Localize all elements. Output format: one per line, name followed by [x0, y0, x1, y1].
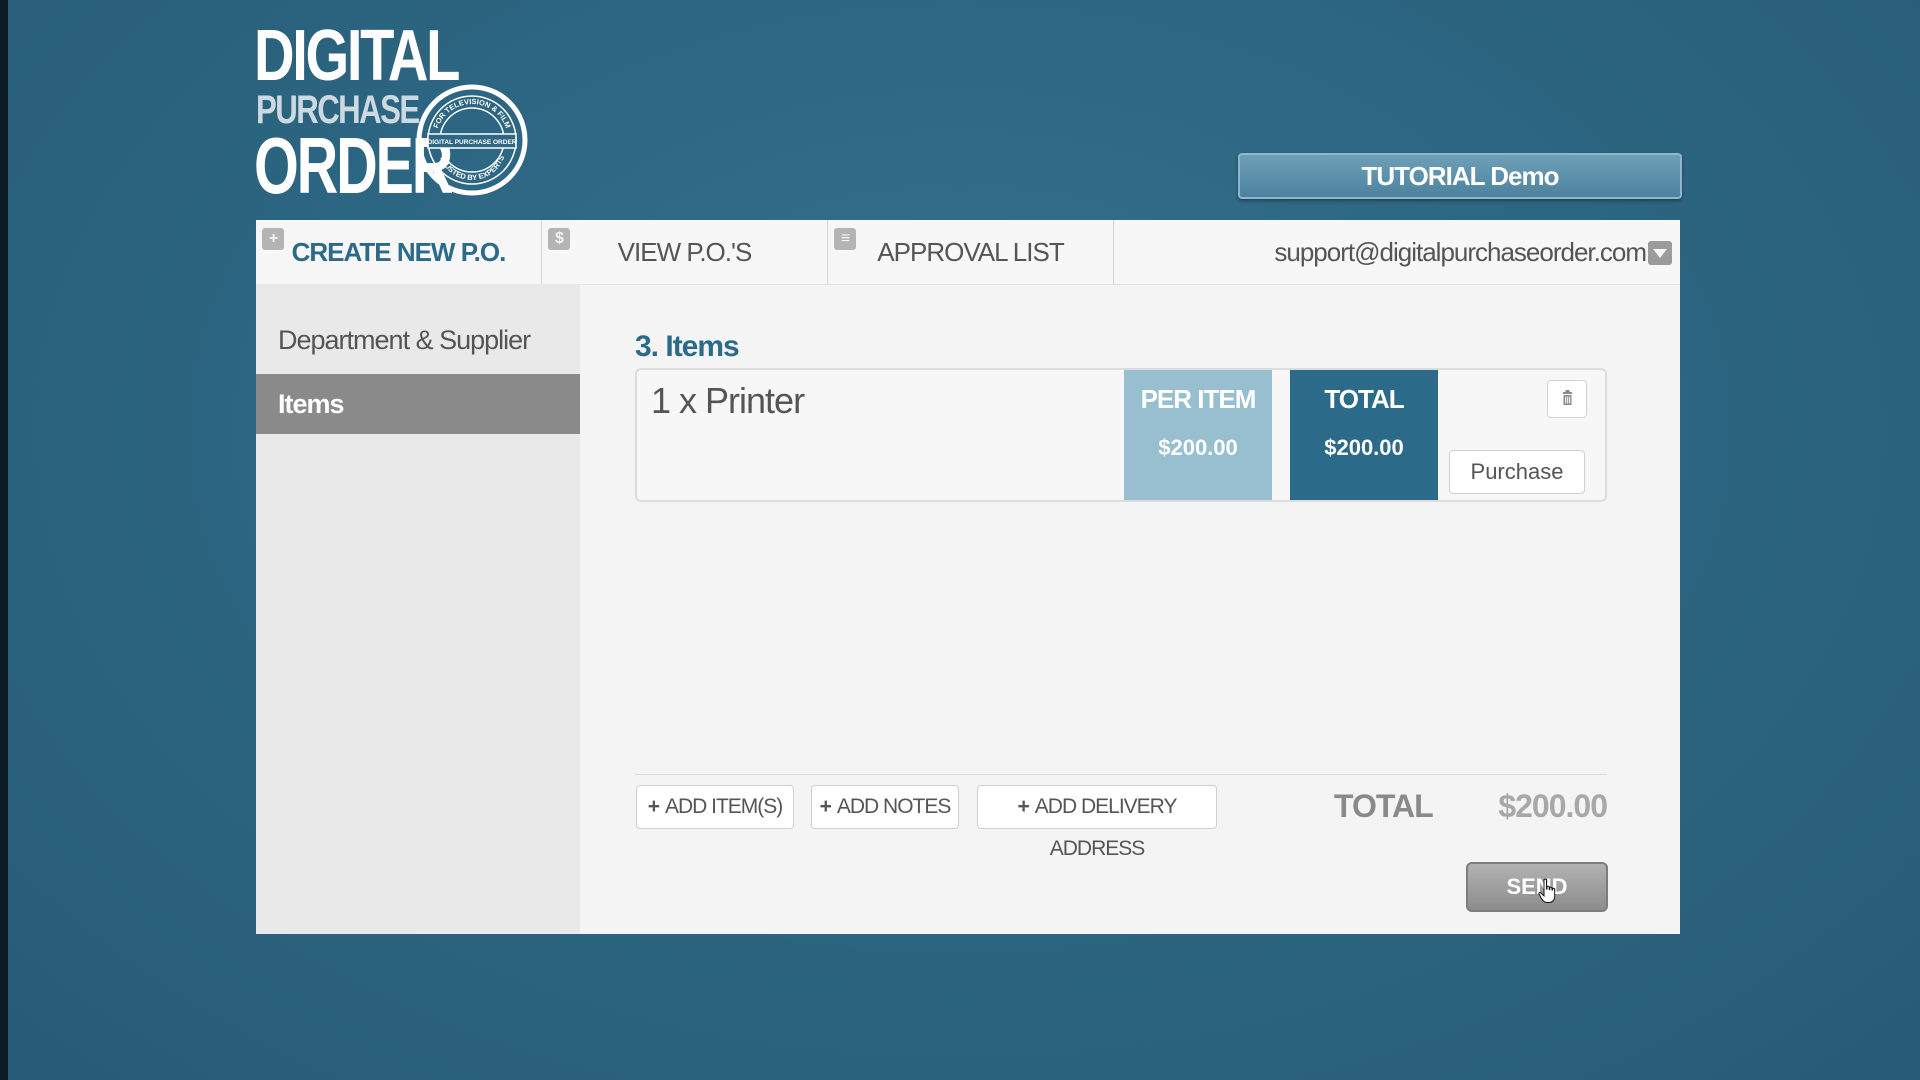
- add-notes-label: ADD NOTES: [836, 795, 952, 818]
- main-panel: + CREATE NEW P.O. $ VIEW P.O.'S ≡ APPROV…: [256, 220, 1680, 934]
- item-card: 1 x Printer PER ITEM $200.00 TOTAL $200.…: [635, 368, 1607, 502]
- plus-icon: +: [819, 795, 832, 818]
- tab-approval-list[interactable]: ≡ APPROVAL LIST: [828, 220, 1114, 284]
- tutorial-demo-button[interactable]: TUTORIAL Demo: [1238, 153, 1682, 199]
- plus-icon: +: [647, 795, 660, 818]
- add-delivery-address-label: ADD DELIVERY ADDRESS: [1034, 795, 1178, 860]
- purchase-button[interactable]: Purchase: [1449, 450, 1585, 494]
- item-total-price: TOTAL $200.00: [1290, 370, 1438, 500]
- delete-item-button[interactable]: [1547, 380, 1587, 418]
- add-items-label: ADD ITEM(S): [664, 795, 783, 818]
- item-total-value: $200.00: [1324, 435, 1404, 460]
- list-icon: ≡: [834, 228, 856, 250]
- seal-middle-text: DIGITAL PURCHASE ORDER: [428, 139, 517, 146]
- per-item-price: PER ITEM $200.00: [1124, 370, 1272, 500]
- section-title: 3. Items: [635, 330, 740, 363]
- plus-icon: +: [262, 228, 284, 250]
- send-button[interactable]: SEND: [1466, 862, 1608, 912]
- trash-icon: [1563, 390, 1572, 405]
- app-page: DIGITAL PURCHASE ORDER DIGITAL PURCHASE …: [0, 0, 1920, 1080]
- user-email[interactable]: support@digitalpurchaseorder.com: [1274, 220, 1647, 284]
- screen-edge: [0, 0, 8, 1080]
- svg-text:TRUSTED BY EXPERTS: TRUSTED BY EXPERTS: [438, 154, 506, 182]
- tab-view-pos-label: VIEW P.O.'S: [617, 237, 753, 267]
- tab-create-new-po-label: CREATE NEW P.O.: [291, 237, 507, 267]
- sidebar-item-items[interactable]: Items: [256, 374, 580, 434]
- app-logo: DIGITAL PURCHASE ORDER DIGITAL PURCHASE …: [254, 16, 534, 206]
- sidebar: Department & Supplier Items: [256, 284, 580, 934]
- tab-approval-list-label: APPROVAL LIST: [877, 237, 1064, 267]
- item-total-label: TOTAL: [1324, 384, 1404, 414]
- plus-icon: +: [1017, 795, 1030, 818]
- sidebar-item-department-supplier[interactable]: Department & Supplier: [256, 310, 580, 370]
- hand-cursor-icon: [1538, 878, 1556, 903]
- order-total-value: $200.00: [1498, 788, 1608, 824]
- divider: [635, 774, 1607, 775]
- chevron-down-icon[interactable]: [1648, 241, 1672, 265]
- add-items-button[interactable]: + ADD ITEM(S): [636, 785, 794, 829]
- add-notes-button[interactable]: + ADD NOTES: [811, 785, 959, 829]
- item-description: 1 x Printer: [651, 380, 805, 421]
- per-item-value: $200.00: [1158, 435, 1238, 460]
- order-total-label: TOTAL: [1334, 788, 1434, 824]
- seal-bottom-text: TRUSTED BY EXPERTS: [438, 154, 506, 182]
- dollar-icon: $: [548, 228, 570, 250]
- logo-text-digital: DIGITAL: [254, 16, 460, 96]
- add-delivery-address-button[interactable]: + ADD DELIVERY ADDRESS: [977, 785, 1217, 860]
- top-nav: + CREATE NEW P.O. $ VIEW P.O.'S ≡ APPROV…: [256, 220, 1680, 285]
- logo-seal-icon: DIGITAL PURCHASE ORDER FOR TELEVISION & …: [416, 84, 528, 196]
- per-item-label: PER ITEM: [1140, 384, 1257, 414]
- tab-view-pos[interactable]: $ VIEW P.O.'S: [542, 220, 828, 284]
- tab-create-new-po[interactable]: + CREATE NEW P.O.: [256, 220, 542, 284]
